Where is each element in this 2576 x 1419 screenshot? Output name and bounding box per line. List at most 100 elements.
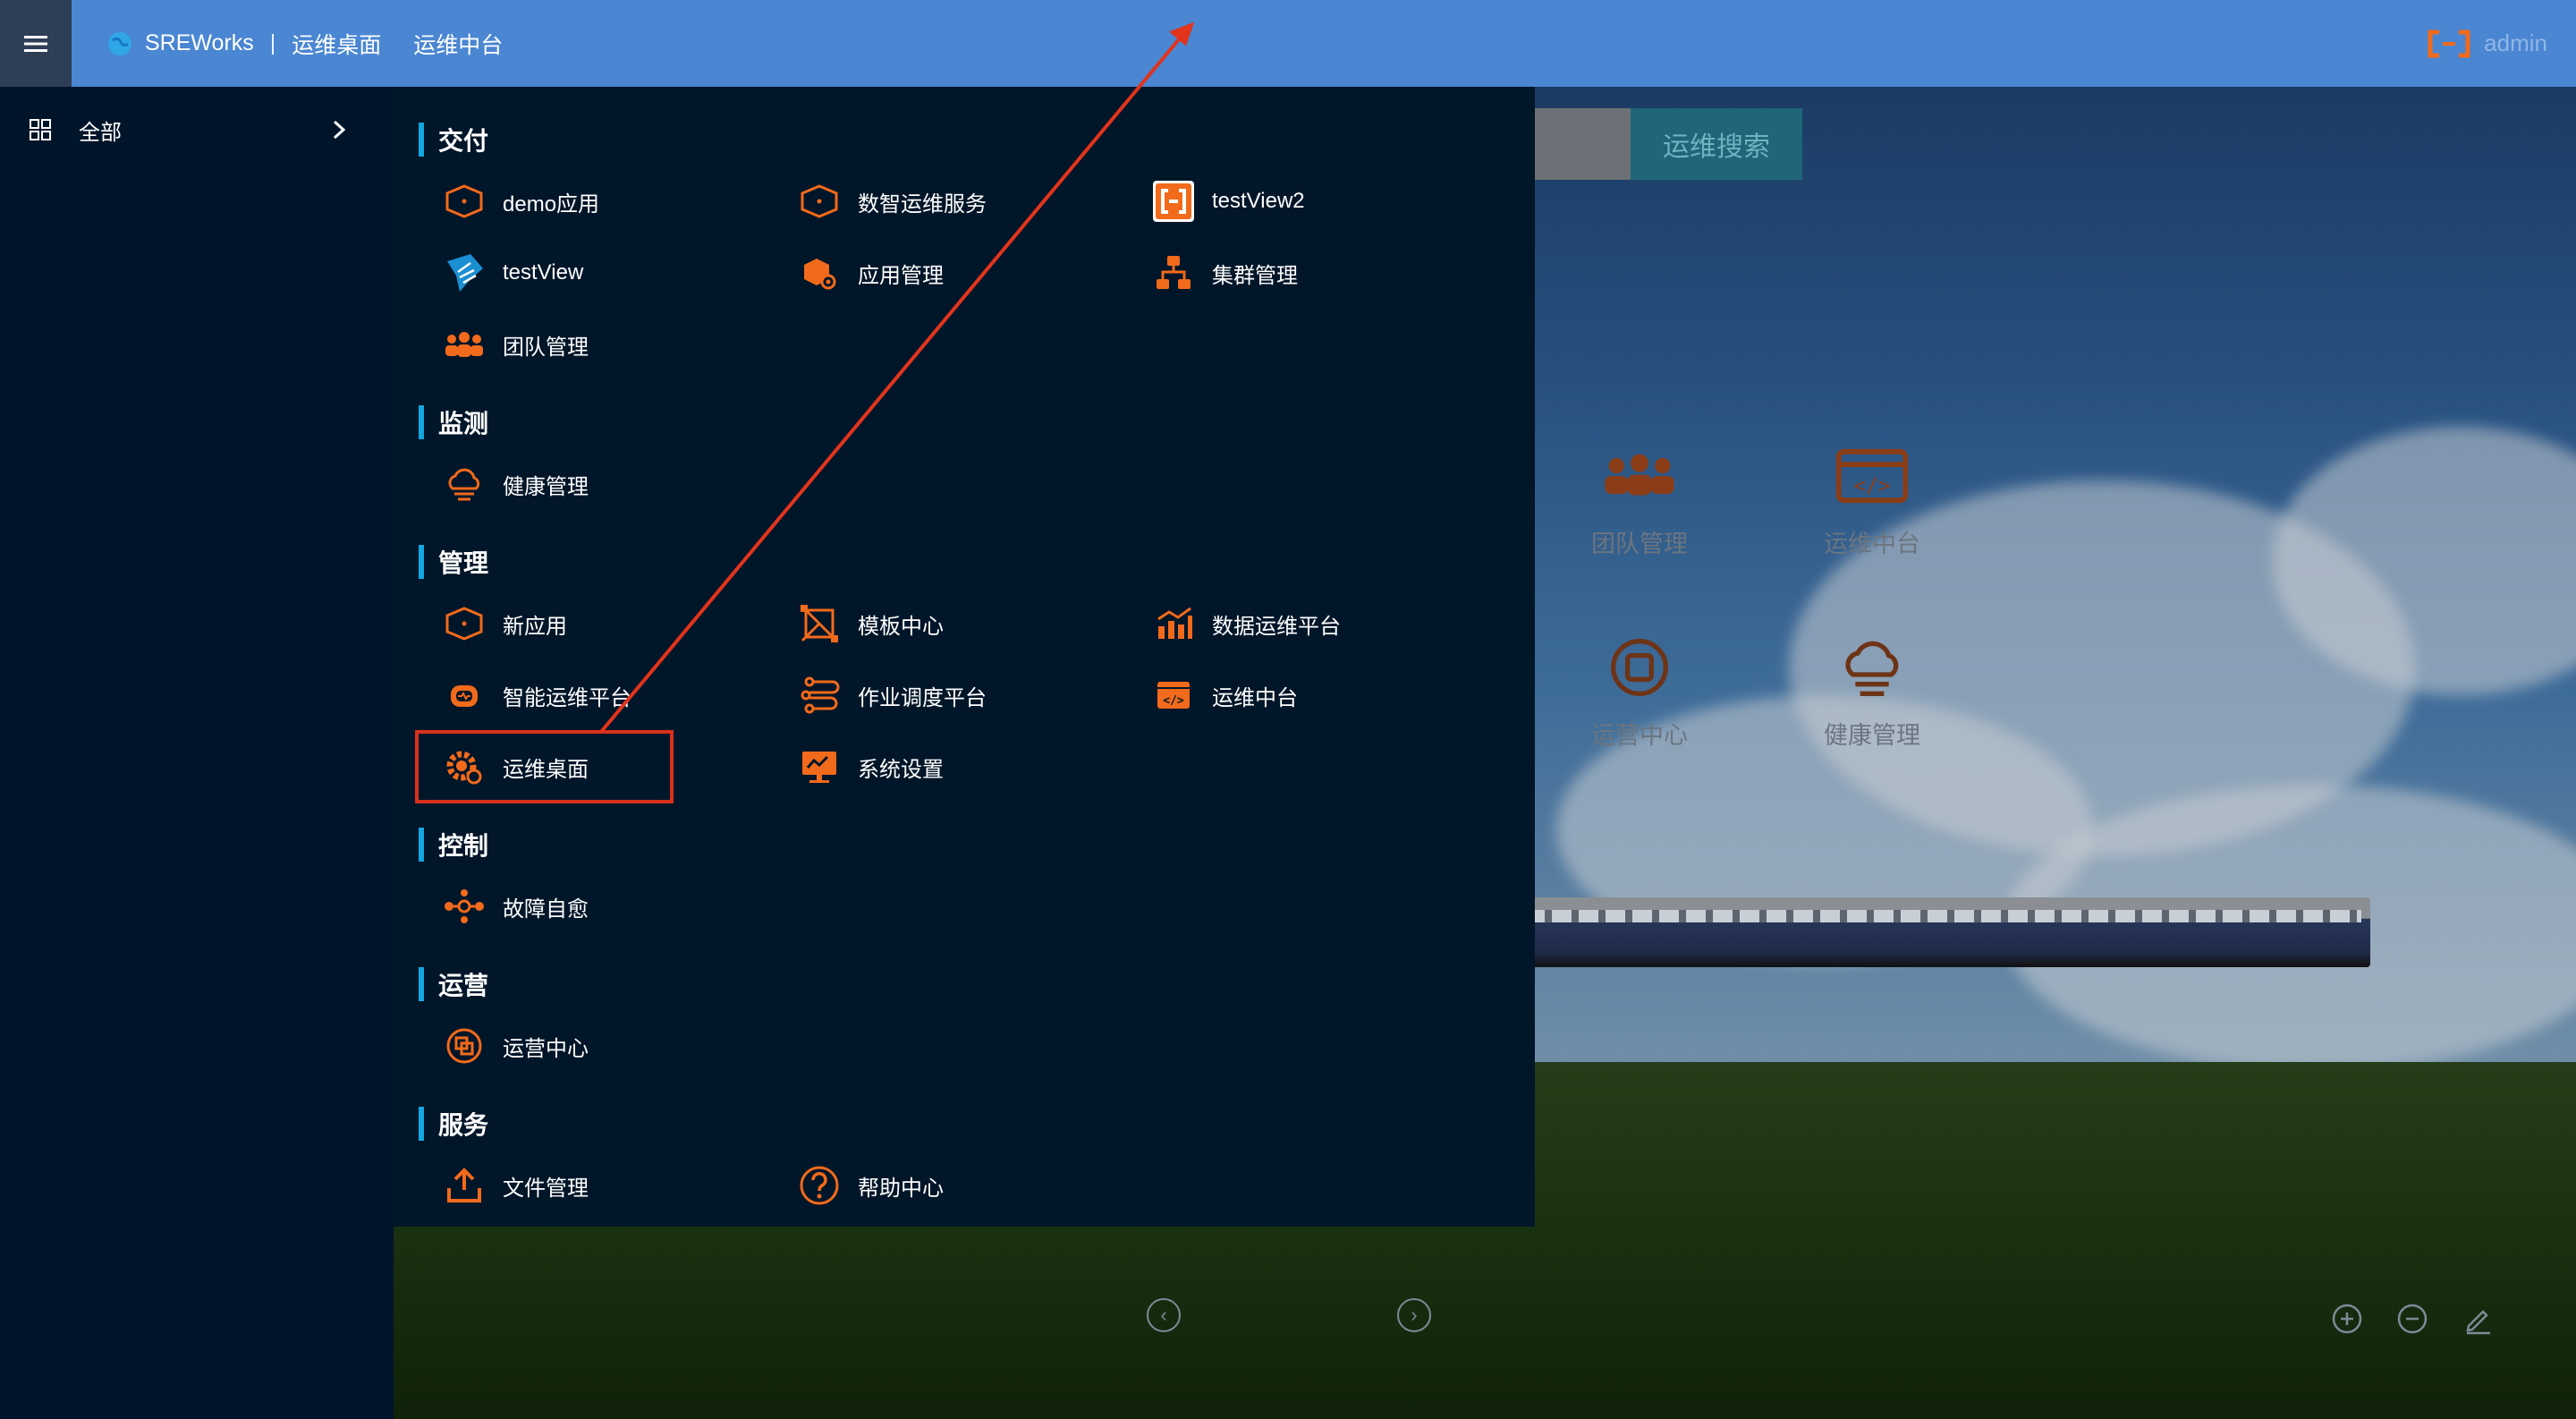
menu-item-aiops-platform[interactable]: 智能运维平台 <box>438 670 631 720</box>
menu-item-label: 数智运维服务 <box>858 191 987 217</box>
sidebar-item-label: 全部 <box>79 120 122 145</box>
highlight-box <box>415 730 674 803</box>
cluster-icon <box>1148 247 1199 299</box>
menu-item-label: 健康管理 <box>503 474 589 499</box>
template-icon <box>793 598 845 650</box>
menu-item-label: testView <box>503 260 584 285</box>
section-title: 运营 <box>438 972 489 999</box>
code-window-icon: </> <box>1148 669 1199 721</box>
desktop-app-label: 团队管理 <box>1591 531 1688 557</box>
section-title: 交付 <box>438 127 489 155</box>
menu-item-data-ops-service[interactable]: 数智运维服务 <box>793 176 987 226</box>
menu-item-label: 数据运维平台 <box>1212 614 1341 639</box>
section-control: 控制 <box>419 827 488 862</box>
section-monitoring: 监测 <box>419 404 488 440</box>
workflow-icon <box>793 669 845 721</box>
globe-logo-icon <box>108 31 131 55</box>
zoom-out-icon[interactable] <box>2396 1303 2428 1335</box>
team-icon <box>438 319 490 370</box>
crumb-ops-platform[interactable]: 运维中台 <box>413 28 503 60</box>
menu-item-job-platform[interactable]: 作业调度平台 <box>793 670 987 720</box>
breadcrumb: SREWorks | 运维桌面 运维中台 <box>107 0 503 87</box>
menu-item-app-mgmt[interactable]: 应用管理 <box>793 248 944 298</box>
ops-platform-icon: </> <box>1827 440 1917 512</box>
left-sidebar: 全部 <box>0 87 394 1419</box>
menu-item-self-healing[interactable]: 故障自愈 <box>438 881 589 931</box>
section-title: 控制 <box>438 832 489 860</box>
bracket-logo-icon <box>1148 175 1199 227</box>
brand-bracket-icon <box>2428 30 2470 57</box>
section-title: 监测 <box>438 410 489 438</box>
dashboard-monitor-icon <box>793 741 845 793</box>
svg-text:</>: </> <box>1853 475 1890 498</box>
help-question-icon <box>793 1160 845 1211</box>
menu-item-label: 故障自愈 <box>503 896 589 922</box>
bird-logo-icon <box>438 247 490 299</box>
desktop-app-team[interactable]: 团队管理 <box>1568 440 1711 559</box>
menu-item-label: 模板中心 <box>858 614 944 639</box>
app-box-icon <box>793 175 845 227</box>
menu-item-system-settings[interactable]: 系统设置 <box>793 742 944 792</box>
menu-item-label: 集群管理 <box>1212 263 1298 288</box>
desktop-app-health[interactable]: 健康管理 <box>1801 632 1944 751</box>
menu-item-ops-center[interactable]: </> 运维中台 <box>1148 670 1298 720</box>
menu-item-testview2[interactable]: testView2 <box>1148 176 1305 226</box>
menu-item-new-app[interactable]: 新应用 <box>438 599 567 649</box>
menu-item-label: 帮助中心 <box>858 1176 944 1201</box>
menu-item-label: 智能运维平台 <box>503 685 631 710</box>
robot-icon <box>438 669 490 721</box>
menu-item-health-mgmt[interactable]: 健康管理 <box>438 459 589 509</box>
brand-name[interactable]: SREWorks <box>145 30 254 56</box>
menu-item-label: 应用管理 <box>858 263 944 288</box>
menu-item-demo-app[interactable]: demo应用 <box>438 176 599 226</box>
top-navbar: SREWorks | 运维桌面 运维中台 admin <box>0 0 2576 87</box>
menu-item-team-mgmt[interactable]: 团队管理 <box>438 319 589 370</box>
desktop-app-ops-platform[interactable]: </> 运维中台 <box>1801 440 1944 559</box>
menu-item-data-ops-platform[interactable]: 数据运维平台 <box>1148 599 1341 649</box>
section-operations: 运营 <box>419 966 488 1002</box>
menu-item-cluster-mgmt[interactable]: 集群管理 <box>1148 248 1298 298</box>
health-icon <box>1827 632 1917 703</box>
sidebar-item-all[interactable]: 全部 <box>0 106 358 153</box>
operations-center-icon <box>438 1020 490 1072</box>
menu-toggle-button[interactable] <box>0 0 72 87</box>
menu-item-operations-center[interactable]: 运营中心 <box>438 1021 589 1071</box>
menu-item-label: 运维中台 <box>1212 685 1298 710</box>
section-management: 管理 <box>419 544 488 580</box>
app-menu-panel: 交付 demo应用 数智运维服务 testView2 testView 应用管理… <box>394 87 1535 1227</box>
desktop-app-label: 运营中心 <box>1591 722 1688 749</box>
network-nodes-icon <box>438 880 490 932</box>
bar-chart-icon <box>1148 598 1199 650</box>
username: admin <box>2484 30 2547 56</box>
carousel-prev-button[interactable]: ‹ <box>1147 1298 1181 1332</box>
crumb-ops-desktop[interactable]: 运维桌面 <box>292 28 381 60</box>
desktop-app-label: 运维中台 <box>1824 531 1920 557</box>
menu-item-label: testView2 <box>1212 189 1305 213</box>
cube-gear-icon <box>793 247 845 299</box>
menu-item-label: 作业调度平台 <box>858 685 987 710</box>
section-service: 服务 <box>419 1106 488 1142</box>
menu-item-label: 团队管理 <box>503 335 589 360</box>
menu-item-label: 文件管理 <box>503 1176 589 1201</box>
edit-icon[interactable] <box>2462 1303 2494 1335</box>
app-box-icon <box>438 598 490 650</box>
chevron-right-icon <box>333 120 346 140</box>
menu-item-template-center[interactable]: 模板中心 <box>793 599 944 649</box>
upload-icon <box>438 1160 490 1211</box>
desktop-search-button[interactable]: 运维搜索 <box>1631 108 1802 180</box>
hamburger-icon <box>24 35 47 52</box>
menu-item-label: 新应用 <box>503 614 567 639</box>
breadcrumb-separator: | <box>269 30 276 55</box>
carousel-next-button[interactable]: › <box>1397 1298 1431 1332</box>
menu-item-testview[interactable]: testView <box>438 248 583 298</box>
menu-item-help-center[interactable]: 帮助中心 <box>793 1160 944 1211</box>
menu-item-file-mgmt[interactable]: 文件管理 <box>438 1160 589 1211</box>
desktop-app-label: 健康管理 <box>1824 722 1920 749</box>
zoom-in-icon[interactable] <box>2331 1303 2363 1335</box>
section-title: 服务 <box>438 1111 489 1139</box>
desktop-app-operations-center[interactable]: 运营中心 <box>1568 632 1711 751</box>
svg-text:</>: </> <box>1163 694 1184 708</box>
menu-item-label: 运营中心 <box>503 1036 589 1061</box>
team-icon <box>1595 440 1684 512</box>
user-menu[interactable]: admin <box>2427 0 2547 87</box>
